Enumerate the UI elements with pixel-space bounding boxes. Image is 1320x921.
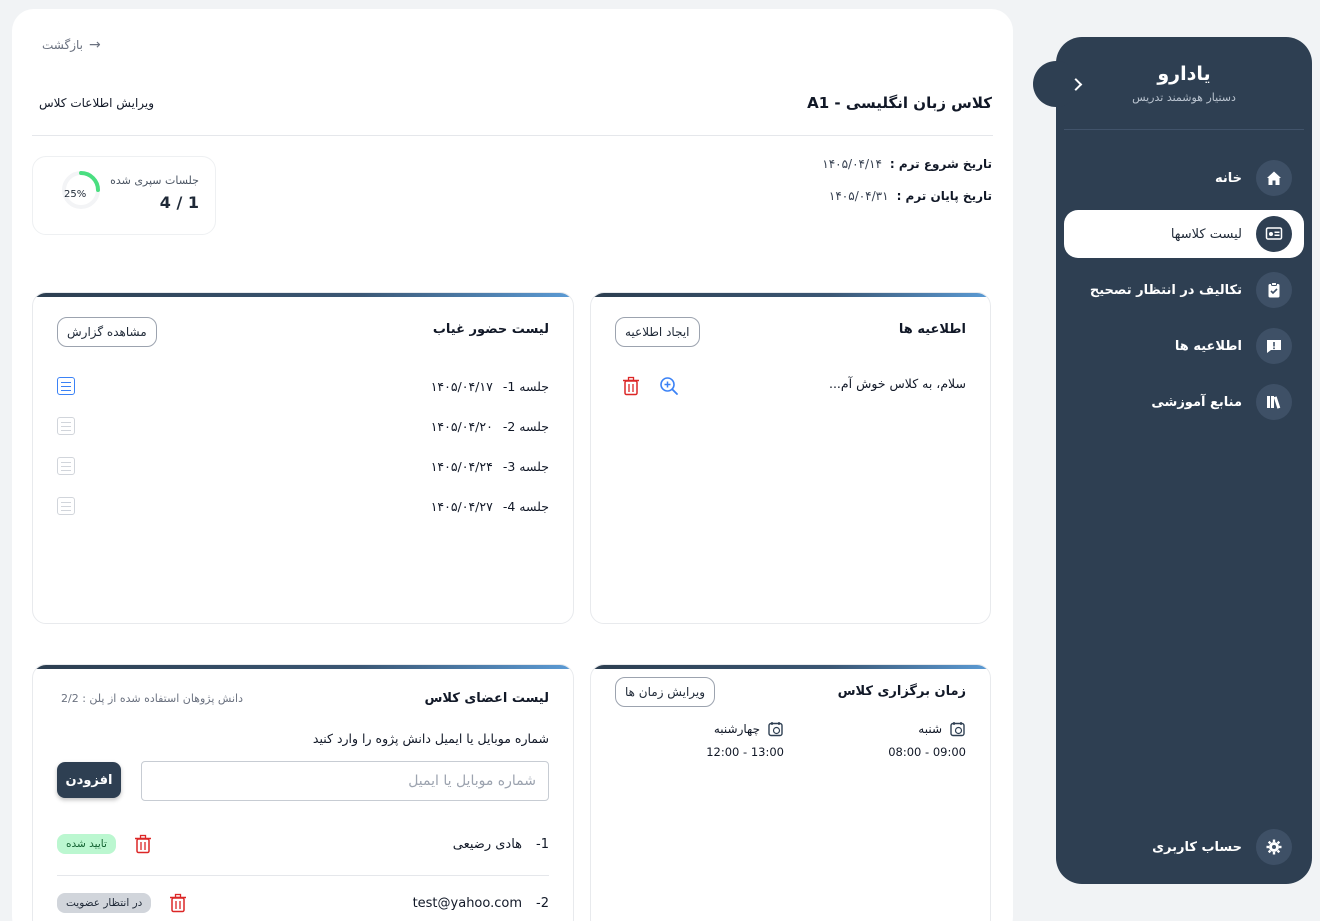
session-name: جلسه 3-	[502, 458, 549, 474]
session-row[interactable]: جلسه 1- ۱۴۰۵/۰۴/۱۷	[57, 374, 549, 398]
clipboard-check-icon	[1256, 272, 1292, 308]
home-icon	[1256, 160, 1292, 196]
attendance-card: لیست حضور غیاب مشاهده گزارش جلسه 1- ۱۴۰۵…	[32, 292, 574, 624]
calendar-clock-icon	[950, 722, 965, 737]
add-member-button[interactable]: افزودن	[57, 762, 121, 798]
back-label: بازگشت	[42, 38, 83, 52]
zoom-in-icon[interactable]	[659, 376, 679, 396]
term-start-label: تاریخ شروع ترم :	[889, 157, 992, 171]
session-date: ۱۴۰۵/۰۴/۱۷	[430, 378, 493, 394]
schedule-day: چهارشنبه	[713, 722, 760, 736]
attendance-list-icon[interactable]	[57, 457, 75, 475]
session-row[interactable]: جلسه 4- ۱۴۰۵/۰۴/۲۷	[57, 494, 549, 518]
announcements-card: اطلاعیه ها ایجاد اطلاعیه سلام، به کلاس خ…	[590, 292, 991, 624]
gear-icon	[1256, 829, 1292, 865]
term-end-value: ۱۴۰۵/۰۴/۳۱	[828, 189, 889, 203]
sidebar-item-assignments[interactable]: تکالیف در انتظار تصحیح	[1064, 266, 1304, 314]
status-badge: تایید شده	[57, 834, 116, 854]
delete-member-icon[interactable]	[169, 893, 187, 913]
announcement-text: سلام، به کلاس خوش آم...	[828, 376, 966, 391]
header-divider	[32, 135, 993, 136]
attendance-list-icon[interactable]	[57, 377, 75, 395]
delete-announcement-icon[interactable]	[622, 376, 640, 396]
member-index: 2-	[536, 895, 549, 911]
session-date: ۱۴۰۵/۰۴/۲۰	[430, 418, 493, 434]
brand-divider	[1064, 129, 1304, 130]
schedule-card: زمان برگزاری کلاس ویرایش زمان ها شنبه 09…	[590, 664, 991, 921]
sidebar-item-home[interactable]: خانه	[1064, 154, 1304, 202]
term-end-label: تاریخ پایان ترم :	[896, 189, 992, 203]
progress-value: 4 / 1	[159, 193, 199, 212]
brand: یادارو دستیار هوشمند تدریس	[1056, 63, 1312, 104]
member-input[interactable]: شماره موبایل یا ایمیل	[141, 761, 549, 801]
sidebar-item-label: خانه	[1214, 170, 1242, 186]
brand-subtitle: دستیار هوشمند تدریس	[1132, 91, 1236, 104]
member-name: test@yahoo.com	[412, 895, 523, 911]
back-arrow-icon: →	[89, 37, 101, 53]
delete-member-icon[interactable]	[134, 834, 152, 854]
sidebar-item-label: لیست کلاسها	[1170, 226, 1242, 242]
progress-label: جلسات سپری شده	[110, 174, 199, 187]
sidebar-item-resources[interactable]: منابع آموزشی	[1064, 378, 1304, 426]
page-title: کلاس زبان انگلیسی - A1	[807, 94, 992, 112]
sidebar-collapse-button[interactable]	[1033, 61, 1083, 107]
sidebar-item-label: اطلاعیه ها	[1174, 338, 1242, 354]
session-row[interactable]: جلسه 3- ۱۴۰۵/۰۴/۲۴	[57, 454, 549, 478]
schedule-time: 13:00 - 12:00	[706, 745, 784, 759]
member-row: 1- هادی رضیعی تایید شده	[57, 831, 549, 857]
session-name: جلسه 4-	[502, 498, 549, 514]
member-name: هادی رضیعی	[452, 836, 523, 852]
schedule-slot: شنبه 09:00 - 08:00	[888, 721, 966, 759]
sidebar-item-label: منابع آموزشی	[1151, 394, 1242, 410]
edit-schedule-button[interactable]: ویرایش زمان ها	[615, 677, 716, 707]
status-badge: در انتظار عضویت	[57, 893, 152, 913]
main-content: → بازگشت کلاس زبان انگلیسی - A1 ویرایش ا…	[12, 9, 1013, 921]
term-start-value: ۱۴۰۵/۰۴/۱۴	[822, 157, 882, 171]
schedule-time: 09:00 - 08:00	[888, 745, 966, 759]
session-date: ۱۴۰۵/۰۴/۲۴	[430, 458, 493, 474]
member-index: 1-	[536, 836, 549, 852]
session-row[interactable]: جلسه 2- ۱۴۰۵/۰۴/۲۰	[57, 414, 549, 438]
schedule-day: شنبه	[918, 722, 942, 736]
announcements-title: اطلاعیه ها	[898, 322, 966, 337]
schedule-slot: چهارشنبه 13:00 - 12:00	[706, 721, 784, 759]
attendance-list-icon[interactable]	[57, 417, 75, 435]
brand-name: یادارو	[1157, 63, 1211, 85]
announcement-icon	[1256, 328, 1292, 364]
edit-class-link[interactable]: ویرایش اطلاعات کلاس	[39, 96, 154, 110]
sidebar: یادارو دستیار هوشمند تدریس خانه لیست کلا…	[1056, 37, 1312, 884]
plan-usage: دانش پژوهان استفاده شده از پلن : 2/2	[61, 692, 243, 705]
term-start: تاریخ شروع ترم : ۱۴۰۵/۰۴/۱۴	[822, 157, 992, 171]
sidebar-item-label: حساب کاربری	[1152, 839, 1242, 855]
member-row: 2- test@yahoo.com در انتظار عضویت	[57, 890, 549, 916]
member-instruction: شماره موبایل یا ایمیل دانش پژوه را وارد …	[312, 731, 549, 746]
sidebar-item-label: تکالیف در انتظار تصحیح	[1089, 282, 1242, 298]
schedule-title: زمان برگزاری کلاس	[837, 684, 966, 699]
create-announcement-button[interactable]: ایجاد اطلاعیه	[615, 317, 700, 347]
back-link[interactable]: → بازگشت	[42, 37, 101, 53]
members-title: لیست اعضای کلاس	[424, 691, 549, 706]
class-list-icon	[1256, 216, 1292, 252]
progress-percent: 25%	[64, 189, 87, 200]
books-icon	[1256, 384, 1292, 420]
sidebar-item-account[interactable]: حساب کاربری	[1064, 823, 1304, 871]
term-end: تاریخ پایان ترم : ۱۴۰۵/۰۴/۳۱	[829, 189, 992, 203]
attendance-list-icon[interactable]	[57, 497, 75, 515]
calendar-clock-icon	[768, 722, 783, 737]
view-report-button[interactable]: مشاهده گزارش	[57, 317, 157, 347]
session-name: جلسه 2-	[502, 418, 549, 434]
session-name: جلسه 1-	[502, 378, 549, 394]
member-divider	[57, 875, 549, 876]
attendance-title: لیست حضور غیاب	[432, 322, 549, 337]
members-card: لیست اعضای کلاس دانش پژوهان استفاده شده …	[32, 664, 574, 921]
session-date: ۱۴۰۵/۰۴/۲۷	[430, 498, 493, 514]
sessions-progress-card: جلسات سپری شده 4 / 1 25%	[32, 156, 216, 235]
sidebar-item-class-list[interactable]: لیست کلاسها	[1064, 210, 1304, 258]
sidebar-item-announcements[interactable]: اطلاعیه ها	[1064, 322, 1304, 370]
